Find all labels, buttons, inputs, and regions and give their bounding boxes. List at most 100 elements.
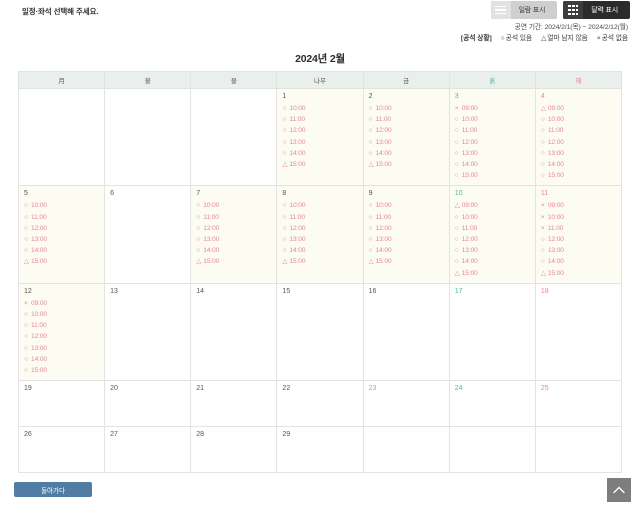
time-slot[interactable]: ○ 14:00 — [369, 245, 449, 256]
time-slot[interactable]: ○ 11:00 — [455, 125, 535, 136]
time-slot[interactable]: ○ 12:00 — [24, 331, 104, 342]
time-slot[interactable]: ○ 14:00 — [541, 256, 621, 267]
calendar-day-cell[interactable]: 15 — [276, 282, 364, 382]
calendar-day-cell[interactable]: 20 — [104, 380, 192, 428]
calendar-day-cell[interactable]: 3 × 09:00 ○ 10:00 ○ 11:00 ○ 12:00 ○ 13:00 ○ 14:00 ○ 15… — [448, 87, 536, 187]
calendar-day-cell[interactable]: 23 — [362, 380, 450, 428]
time-slot[interactable]: ○ 11:00 — [282, 114, 362, 125]
time-slot[interactable]: ○ 13:00 — [24, 343, 104, 354]
calendar-day-cell[interactable]: 26 — [17, 426, 106, 474]
calendar-day-cell[interactable]: 4 △ 09:00 ○ 10:00 ○ 11:00 ○ 12:00 ○ 13:00 ○ 14:00 ○ 15… — [534, 87, 623, 187]
time-slot[interactable]: ○ 12:00 — [282, 223, 362, 234]
time-slot[interactable]: ○ 14:00 — [455, 256, 535, 267]
calendar-day-cell[interactable]: 11 × 09:00 × 10:00 × 11:00 ○ 12:00 ○ 13:00 ○ 14:00 △ 1… — [534, 185, 623, 284]
time-slot[interactable]: ○ 13:00 — [282, 234, 362, 245]
time-slot[interactable]: △ 09:00 — [541, 103, 621, 114]
time-slot[interactable]: ○ 13:00 — [541, 245, 621, 256]
list-view-button[interactable]: 일람 표시 — [490, 1, 558, 19]
time-slot[interactable]: ○ 13:00 — [282, 137, 362, 148]
calendar-day-cell[interactable]: 16 — [362, 282, 450, 382]
calendar-day-cell[interactable]: 6 — [104, 185, 192, 284]
time-slot[interactable]: ○ 12:00 — [369, 223, 449, 234]
time-slot[interactable]: △ 15:00 — [196, 256, 276, 267]
time-slot[interactable]: ○ 15:00 — [541, 170, 621, 181]
time-slot[interactable]: ○ 12:00 — [455, 137, 535, 148]
time-slot[interactable]: ○ 11:00 — [282, 212, 362, 223]
time-slot[interactable]: ○ 14:00 — [369, 148, 449, 159]
time-slot[interactable]: △ 15:00 — [282, 256, 362, 267]
time-slot[interactable]: ○ 12:00 — [541, 234, 621, 245]
calendar-day-cell[interactable]: 14 — [190, 282, 278, 382]
time-slot[interactable]: ○ 12:00 — [541, 137, 621, 148]
time-slot[interactable]: ○ 10:00 — [541, 114, 621, 125]
time-slot[interactable]: ○ 13:00 — [455, 148, 535, 159]
time-slot[interactable]: ○ 13:00 — [455, 245, 535, 256]
time-slot[interactable]: ○ 14:00 — [196, 245, 276, 256]
calendar-day-cell[interactable]: 1 ○ 10:00 ○ 11:00 ○ 12:00 ○ 13:00 ○ 14:00 △ 15:00 — [276, 87, 364, 187]
time-slot[interactable]: × 11:00 — [541, 223, 621, 234]
time-slot[interactable]: ○ 14:00 — [282, 245, 362, 256]
calendar-day-cell[interactable]: 8 ○ 10:00 ○ 11:00 ○ 12:00 ○ 13:00 ○ 14:00 △ 15:00 — [276, 185, 364, 284]
time-slot[interactable]: ○ 10:00 — [282, 200, 362, 211]
time-slot[interactable]: ○ 14:00 — [24, 354, 104, 365]
calendar-day-cell[interactable]: 17 — [448, 282, 536, 382]
time-slot[interactable]: ○ 10:00 — [196, 200, 276, 211]
calendar-day-cell[interactable]: 25 — [534, 380, 623, 428]
time-slot[interactable]: ○ 10:00 — [24, 200, 104, 211]
time-slot[interactable]: ○ 15:00 — [24, 365, 104, 376]
time-slot[interactable]: ○ 12:00 — [196, 223, 276, 234]
time-slot[interactable]: × 10:00 — [541, 212, 621, 223]
time-slot[interactable]: ○ 10:00 — [282, 103, 362, 114]
time-slot[interactable]: × 09:00 — [24, 298, 104, 309]
calendar-day-cell[interactable]: 18 — [534, 282, 623, 382]
scroll-to-top-button[interactable] — [607, 478, 631, 502]
calendar-day-cell[interactable]: 7 ○ 10:00 ○ 11:00 ○ 12:00 ○ 13:00 ○ 14:00 △ 15:00 — [190, 185, 278, 284]
time-slot[interactable]: ○ 11:00 — [24, 212, 104, 223]
calendar-day-cell[interactable]: 12 × 09:00 ○ 10:00 ○ 11:00 ○ 12:00 ○ 13:00 ○ 14:00 ○ 1… — [17, 282, 106, 382]
time-slot[interactable]: ○ 14:00 — [455, 159, 535, 170]
time-slot[interactable]: ○ 12:00 — [282, 125, 362, 136]
back-button[interactable]: 돌아가다 — [14, 482, 92, 497]
time-slot[interactable]: ○ 12:00 — [455, 234, 535, 245]
time-slot[interactable]: ○ 10:00 — [455, 212, 535, 223]
calendar-day-cell[interactable]: 5 ○ 10:00 ○ 11:00 ○ 12:00 ○ 13:00 ○ 14:00 △ 15:00 — [17, 185, 106, 284]
time-slot[interactable]: ○ 12:00 — [369, 125, 449, 136]
time-slot[interactable]: ○ 14:00 — [24, 245, 104, 256]
time-slot[interactable]: △ 15:00 — [369, 256, 449, 267]
time-slot[interactable]: ○ 11:00 — [541, 125, 621, 136]
time-slot[interactable]: ○ 13:00 — [369, 137, 449, 148]
calendar-view-button[interactable]: 달력 표시 — [563, 1, 630, 19]
calendar-day-cell[interactable]: 24 — [448, 380, 536, 428]
time-slot[interactable]: △ 15:00 — [24, 256, 104, 267]
time-slot[interactable]: ○ 13:00 — [369, 234, 449, 245]
time-slot[interactable]: ○ 11:00 — [455, 223, 535, 234]
calendar-day-cell[interactable]: 13 — [104, 282, 192, 382]
time-slot[interactable]: ○ 10:00 — [455, 114, 535, 125]
time-slot[interactable]: ○ 10:00 — [369, 200, 449, 211]
time-slot[interactable]: △ 09:00 — [455, 200, 535, 211]
time-slot[interactable]: ○ 10:00 — [24, 309, 104, 320]
time-slot[interactable]: ○ 10:00 — [369, 103, 449, 114]
time-slot[interactable]: ○ 13:00 — [24, 234, 104, 245]
calendar-day-cell[interactable]: 22 — [276, 380, 364, 428]
calendar-day-cell[interactable]: 21 — [190, 380, 278, 428]
time-slot[interactable]: ○ 14:00 — [282, 148, 362, 159]
time-slot[interactable]: ○ 13:00 — [541, 148, 621, 159]
time-slot[interactable]: △ 15:00 — [282, 159, 362, 170]
time-slot[interactable]: ○ 14:00 — [541, 159, 621, 170]
time-slot[interactable]: ○ 11:00 — [369, 114, 449, 125]
time-slot[interactable]: ○ 11:00 — [24, 320, 104, 331]
calendar-day-cell[interactable]: 19 — [17, 380, 106, 428]
time-slot[interactable]: ○ 12:00 — [24, 223, 104, 234]
time-slot[interactable]: × 09:00 — [455, 103, 535, 114]
calendar-day-cell[interactable]: 27 — [104, 426, 192, 474]
time-slot[interactable]: △ 15:00 — [369, 159, 449, 170]
time-slot[interactable]: ○ 11:00 — [369, 212, 449, 223]
time-slot[interactable]: ○ 15:00 — [455, 170, 535, 181]
time-slot[interactable]: ○ 11:00 — [196, 212, 276, 223]
calendar-day-cell[interactable]: 2 ○ 10:00 ○ 11:00 ○ 12:00 ○ 13:00 ○ 14:00 △ 15:00 — [362, 87, 450, 187]
time-slot[interactable]: △ 15:00 — [455, 268, 535, 279]
time-slot[interactable]: △ 15:00 — [541, 268, 621, 279]
calendar-day-cell[interactable]: 10 △ 09:00 ○ 10:00 ○ 11:00 ○ 12:00 ○ 13:00 ○ 14:00 △ 1… — [448, 185, 536, 284]
calendar-day-cell[interactable]: 9 ○ 10:00 ○ 11:00 ○ 12:00 ○ 13:00 ○ 14:00 △ 15:00 — [362, 185, 450, 284]
